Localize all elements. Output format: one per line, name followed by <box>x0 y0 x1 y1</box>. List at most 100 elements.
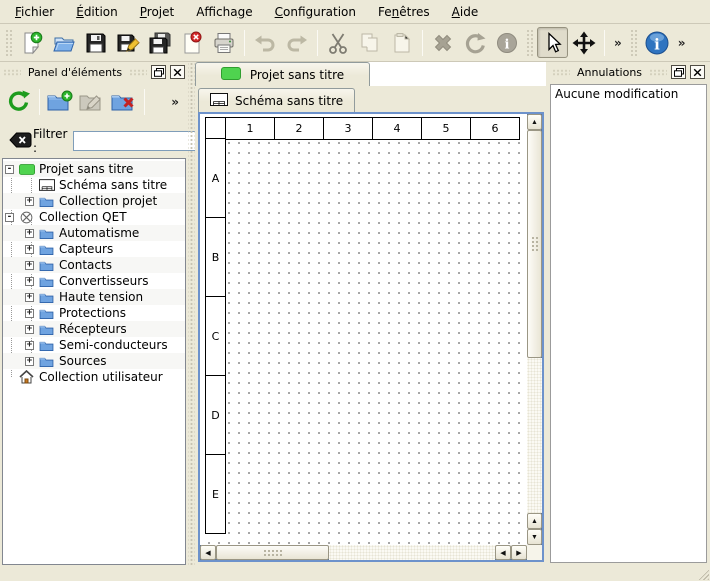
collapse-expander-icon[interactable]: - <box>5 165 14 174</box>
dock-close-button[interactable] <box>690 65 705 79</box>
info-icon-gray: i <box>495 31 519 55</box>
copy-button[interactable] <box>354 27 386 59</box>
expand-expander-icon[interactable]: + <box>25 357 34 366</box>
tree-item-convertisseurs[interactable]: + Convertisseurs <box>3 273 185 289</box>
expand-expander-icon[interactable]: + <box>25 245 34 254</box>
clear-filter-button[interactable] <box>3 133 27 150</box>
tree-item-haute-tension[interactable]: + Haute tension <box>3 289 185 305</box>
expand-expander-icon[interactable]: + <box>25 341 34 350</box>
scroll-down-button[interactable]: ▼ <box>527 529 542 545</box>
vertical-scrollbar-thumb[interactable] <box>527 130 542 358</box>
tree-item-capteurs[interactable]: + Capteurs <box>3 241 185 257</box>
redo-button[interactable] <box>281 27 313 59</box>
vertical-scrollbar[interactable]: ▲ ▲ ▼ <box>527 114 542 545</box>
expand-expander-icon[interactable]: + <box>25 261 34 270</box>
scroll-left-button[interactable]: ◀ <box>495 545 511 560</box>
move-mode-button[interactable] <box>568 27 600 59</box>
toolbar-overflow-button[interactable]: » <box>609 36 627 50</box>
tab-schema-sans-titre[interactable]: Schéma sans titre <box>198 88 355 112</box>
undo-panel-title: Annulations <box>574 66 645 79</box>
save-as-button[interactable] <box>112 27 144 59</box>
tree-item-contacts[interactable]: + Contacts <box>3 257 185 273</box>
toolbar-drag-handle[interactable] <box>630 29 638 57</box>
toolbar-overflow-button[interactable]: » <box>673 36 691 50</box>
expand-expander-icon[interactable]: + <box>25 229 34 238</box>
expand-expander-icon[interactable]: + <box>25 309 34 318</box>
dock-float-button[interactable] <box>671 65 686 79</box>
tree-item-collection-projet[interactable]: + Collection projet <box>3 193 185 209</box>
scroll-up-button[interactable]: ▲ <box>527 513 542 529</box>
close-document-button[interactable] <box>176 27 208 59</box>
folder-icon <box>38 323 55 335</box>
menu-aide[interactable]: Aide <box>441 2 490 22</box>
delete-button[interactable] <box>427 27 459 59</box>
tab-projet-sans-titre[interactable]: Projet sans titre <box>195 62 370 86</box>
menu-edition[interactable]: Édition <box>65 2 129 22</box>
folder-delete-icon <box>111 89 137 116</box>
schema-canvas: 1 2 3 4 5 6 A B C D E <box>198 112 544 562</box>
tree-item-automatisme[interactable]: + Automatisme <box>3 225 185 241</box>
toolbar-drag-handle[interactable] <box>526 29 534 57</box>
save-all-button[interactable] <box>144 27 176 59</box>
window-resize-grip[interactable] <box>696 567 709 580</box>
dock-float-button[interactable] <box>151 65 166 79</box>
rotate-button[interactable] <box>459 27 491 59</box>
folder-new-icon <box>47 89 73 116</box>
collapse-expander-icon[interactable]: - <box>5 213 14 222</box>
undo-button[interactable] <box>249 27 281 59</box>
menu-fichier[interactable]: Fichier <box>4 2 65 22</box>
edit-category-button[interactable] <box>76 86 108 118</box>
dock-close-button[interactable] <box>170 65 185 79</box>
new-category-button[interactable] <box>44 86 76 118</box>
select-mode-button[interactable] <box>537 27 568 58</box>
scroll-left-button[interactable]: ◀ <box>200 545 216 560</box>
cut-button[interactable] <box>322 27 354 59</box>
undo-history-list[interactable]: Aucune modification <box>550 84 707 563</box>
elements-panel-dock: Panel d'éléments » Filtrer : - <box>0 62 188 565</box>
tree-item-schema[interactable]: Schéma sans titre <box>3 177 185 193</box>
row-header: A <box>205 138 226 218</box>
tree-item-collection-utilisateur[interactable]: Collection utilisateur <box>3 369 185 385</box>
vertical-splitter-handle[interactable] <box>188 62 195 565</box>
expand-expander-icon[interactable]: + <box>25 325 34 334</box>
horizontal-scrollbar-thumb[interactable] <box>216 545 329 560</box>
toolbar-drag-handle[interactable] <box>5 29 13 57</box>
reload-collections-button[interactable] <box>3 86 35 118</box>
scroll-up-button[interactable]: ▲ <box>527 114 542 130</box>
tree-item-recepteurs[interactable]: + Récepteurs <box>3 321 185 337</box>
redo-icon <box>285 31 309 55</box>
panel-toolbar-overflow-button[interactable]: » <box>166 95 184 109</box>
element-info-button[interactable]: i <box>491 27 523 59</box>
expand-expander-icon[interactable]: + <box>25 293 34 302</box>
expand-expander-icon[interactable]: + <box>25 277 34 286</box>
open-project-button[interactable] <box>48 27 80 59</box>
horizontal-scrollbar-track[interactable] <box>329 545 495 560</box>
dock-grip-texture <box>3 69 21 76</box>
tree-item-protections[interactable]: + Protections <box>3 305 185 321</box>
undo-panel-titlebar[interactable]: Annulations <box>549 62 708 82</box>
schema-drawing-area[interactable]: 1 2 3 4 5 6 A B C D E <box>200 114 527 545</box>
vertical-scrollbar-track[interactable] <box>527 358 542 513</box>
menu-fenetres[interactable]: Fenêtres <box>367 2 441 22</box>
undo-list-item[interactable]: Aucune modification <box>551 85 706 103</box>
new-document-button[interactable] <box>16 27 48 59</box>
delete-category-button[interactable] <box>108 86 140 118</box>
tree-item-project[interactable]: - Projet sans titre <box>3 161 185 177</box>
menu-configuration[interactable]: Configuration <box>264 2 367 22</box>
save-all-icon <box>148 31 172 55</box>
menu-projet[interactable]: Projet <box>129 2 185 22</box>
arrow-up-icon: ▲ <box>531 119 538 126</box>
tree-item-sources[interactable]: + Sources <box>3 353 185 369</box>
horizontal-scrollbar[interactable]: ◀ ◀ ▶ <box>200 545 527 560</box>
menu-affichage[interactable]: Affichage <box>185 2 263 22</box>
tree-item-semi-conducteurs[interactable]: + Semi-conducteurs <box>3 337 185 353</box>
folder-icon <box>38 227 55 239</box>
print-button[interactable] <box>208 27 240 59</box>
expand-expander-icon[interactable]: + <box>25 197 34 206</box>
paste-button[interactable] <box>386 27 418 59</box>
scroll-right-button[interactable]: ▶ <box>511 545 527 560</box>
save-button[interactable] <box>80 27 112 59</box>
diagram-info-button[interactable]: i <box>641 27 673 59</box>
tree-item-collection-qet[interactable]: - Collection QET <box>3 209 185 225</box>
elements-panel-titlebar[interactable]: Panel d'éléments <box>0 62 188 82</box>
